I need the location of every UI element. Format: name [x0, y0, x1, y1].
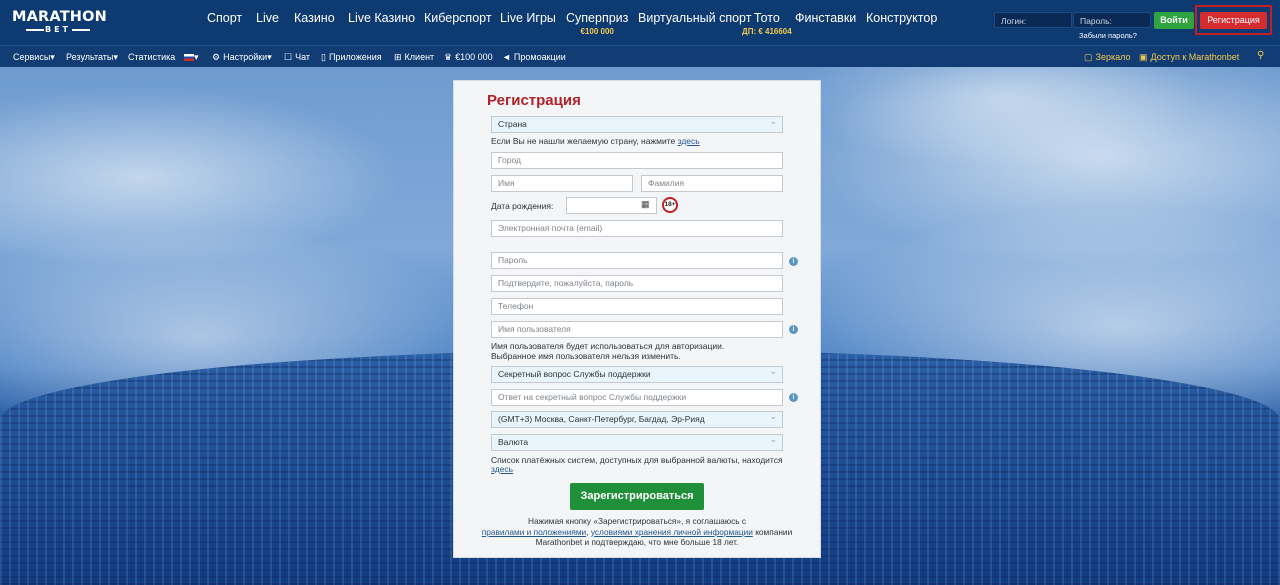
password-info-icon[interactable]: i — [789, 257, 798, 266]
phone-icon: ▯ — [321, 52, 326, 62]
password-input[interactable]: Пароль: — [1073, 12, 1151, 28]
privacy-link[interactable]: условиями хранения личной информации — [591, 527, 753, 537]
nav-constructor[interactable]: Конструктор — [866, 11, 937, 25]
chat-icon: ☐ — [284, 52, 293, 62]
nav-finbets[interactable]: Финставки — [795, 11, 856, 25]
gear-icon: ⚙ — [212, 52, 221, 62]
windows-icon: ⊞ — [394, 52, 402, 62]
toto-jackpot: ДП: € 416604 — [742, 27, 792, 36]
settings-menu[interactable]: ⚙ Настройки▾ — [212, 52, 272, 63]
login-input[interactable]: Логин: — [994, 12, 1072, 28]
nav-live-casino[interactable]: Live Казино — [348, 11, 415, 25]
logo-bet-text: BET — [44, 25, 72, 34]
forgot-password-link[interactable]: Забыли пароль? — [1079, 31, 1137, 40]
trophy-icon: ♛ — [444, 52, 453, 62]
last-name-field[interactable]: Фамилия — [641, 175, 783, 192]
phone-field[interactable]: Телефон — [491, 298, 783, 315]
russia-flag-icon — [184, 54, 194, 62]
currency-hint-link-wrap: здесь — [491, 464, 513, 474]
country-hint-link[interactable]: здесь — [678, 136, 700, 146]
secondary-nav: Сервисы▾ Результаты▾ Статистика ▾ ⚙ Настр… — [0, 45, 1280, 68]
country-select[interactable]: Страна — [491, 116, 783, 133]
logo-text: MARATHON — [12, 9, 108, 25]
password-field[interactable]: Пароль — [491, 252, 783, 269]
apps-link[interactable]: ▯ Приложения — [321, 52, 382, 63]
terms-text: Нажимая кнопку «Зарегистрироваться», я с… — [481, 516, 793, 547]
username-hint-1: Имя пользователя будет использоваться дл… — [491, 341, 725, 351]
nav-sport[interactable]: Спорт — [207, 11, 242, 25]
submit-registration-button[interactable]: Зарегистрироваться — [570, 483, 704, 510]
promo-link[interactable]: ◄ Промоакции — [502, 52, 566, 62]
username-info-icon[interactable]: i — [789, 325, 798, 334]
rules-link[interactable]: правилами и положениями — [482, 527, 586, 537]
access-link[interactable]: ▣ Доступ к Marathonbet — [1139, 52, 1239, 63]
country-hint: Если Вы не нашли желаемую страну, нажмит… — [491, 136, 700, 146]
logo-wing-left — [26, 29, 44, 31]
language-selector[interactable]: ▾ — [184, 52, 199, 63]
marathonbet-logo[interactable]: MARATHON BET — [12, 9, 108, 37]
chat-link[interactable]: ☐ Чат — [284, 52, 310, 63]
nav-esports[interactable]: Киберспорт — [424, 11, 492, 25]
username-field[interactable]: Имя пользователя — [491, 321, 783, 338]
calendar-icon[interactable]: ▦ — [641, 199, 651, 209]
username-hint-2: Выбранное имя пользователя нельзя измени… — [491, 351, 681, 361]
prize-link[interactable]: ♛ €100 000 — [444, 52, 493, 63]
mirror-icon: ▢ — [1084, 52, 1093, 62]
lock-icon: ▣ — [1139, 52, 1148, 62]
secret-question-select[interactable]: Секретный вопрос Службы поддержки — [491, 366, 783, 383]
superprize-amount: €100 000 — [580, 27, 614, 36]
logo-subtext: BET — [12, 25, 104, 35]
logo-wing-right — [72, 29, 90, 31]
client-link[interactable]: ⊞ Клиент — [394, 52, 434, 63]
registration-title: Регистрация — [487, 92, 581, 109]
search-icon[interactable]: ⚲ — [1257, 50, 1264, 61]
nav-live[interactable]: Live — [256, 11, 279, 25]
secret-answer-field[interactable]: Ответ на секретный вопрос Службы поддерж… — [491, 389, 783, 406]
email-field[interactable]: Электронная почта (email) — [491, 220, 783, 237]
services-menu[interactable]: Сервисы▾ — [13, 52, 55, 63]
nav-live-games[interactable]: Live Игры — [500, 11, 556, 25]
megaphone-icon: ◄ — [502, 52, 511, 62]
timezone-select[interactable]: (GMT+3) Москва, Санкт-Петербург, Багдад,… — [491, 411, 783, 428]
currency-select[interactable]: Валюта — [491, 434, 783, 451]
statistics-link[interactable]: Статистика — [128, 52, 175, 62]
currency-hint-link[interactable]: здесь — [491, 464, 513, 474]
password-confirm-field[interactable]: Подтвердите, пожалуйста, пароль — [491, 275, 783, 292]
results-menu[interactable]: Результаты▾ — [66, 52, 118, 63]
register-button[interactable]: Регистрация — [1200, 12, 1267, 29]
nav-virtual-sport[interactable]: Виртуальный спорт — [638, 11, 751, 25]
first-name-field[interactable]: Имя — [491, 175, 633, 192]
age-18-badge: 18+ — [662, 197, 678, 213]
mirror-link[interactable]: ▢ Зеркало — [1084, 52, 1130, 63]
secret-answer-info-icon[interactable]: i — [789, 393, 798, 402]
nav-superprize[interactable]: Суперприз €100 000 — [566, 11, 628, 36]
nav-casino[interactable]: Казино — [294, 11, 335, 25]
city-field[interactable]: Город — [491, 152, 783, 169]
top-bar: MARATHON BET Спорт Live Казино Live Кази… — [0, 0, 1280, 45]
birth-date-label: Дата рождения: — [491, 201, 554, 211]
nav-toto[interactable]: Тото ДП: € 416604 — [742, 11, 792, 36]
login-button[interactable]: Войти — [1154, 12, 1194, 29]
currency-hint: Список платёжных систем, доступных для в… — [491, 455, 783, 465]
